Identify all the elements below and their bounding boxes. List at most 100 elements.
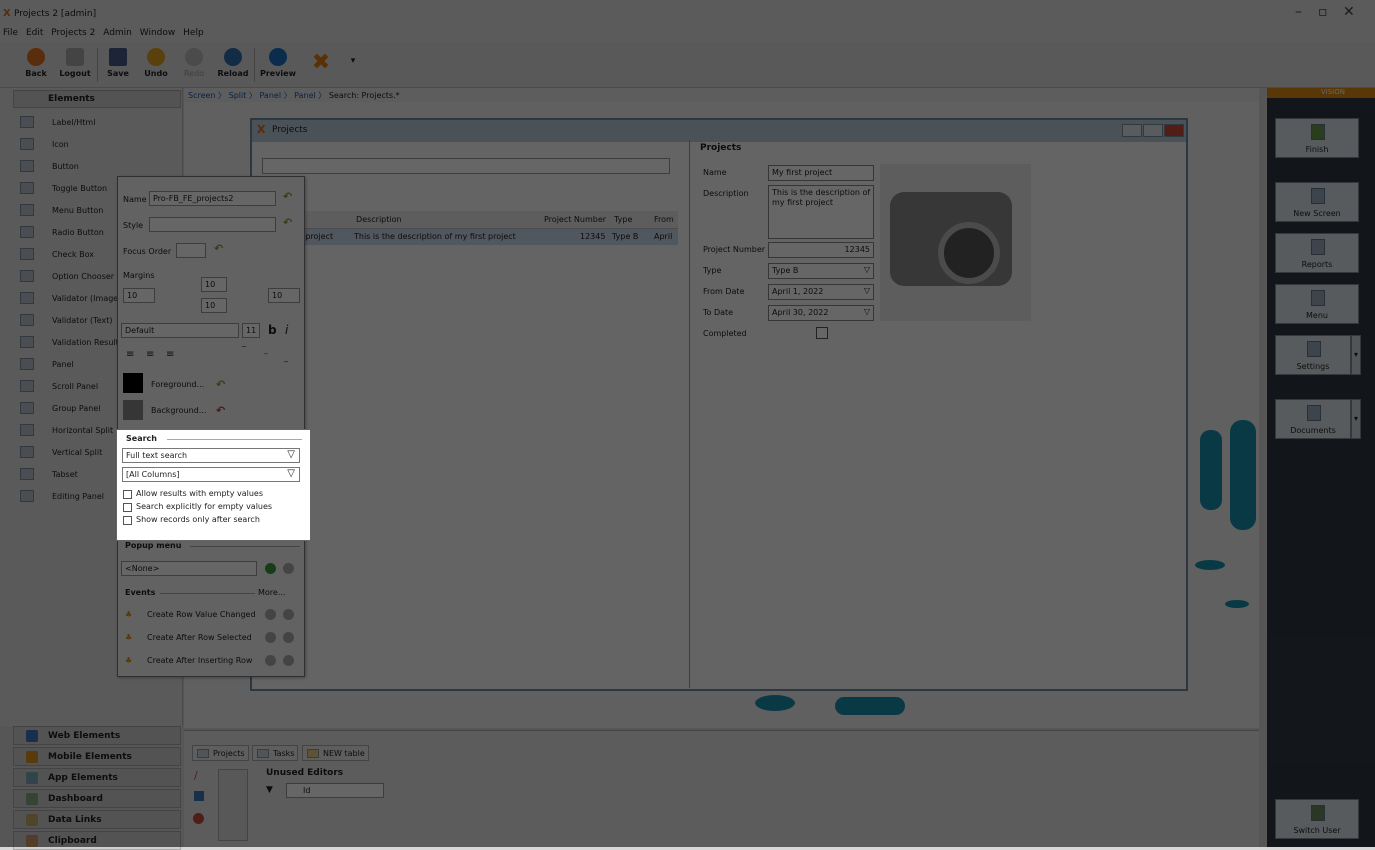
elements-header[interactable]: Elements bbox=[13, 90, 181, 108]
add-icon[interactable] bbox=[265, 563, 276, 574]
breadcrumb-panel-2[interactable]: Panel bbox=[294, 91, 316, 100]
records-after-search-checkbox[interactable] bbox=[123, 516, 132, 525]
event-after-row-selected[interactable]: Create After Row Selected bbox=[147, 633, 252, 642]
close-icon[interactable]: ✕ bbox=[1343, 4, 1355, 20]
settings-button[interactable]: Settings bbox=[1275, 335, 1351, 375]
column-header-project-number[interactable]: Project Number bbox=[544, 215, 606, 224]
filter-icon[interactable]: ▼ bbox=[266, 785, 273, 795]
group-mobile-elements[interactable]: Mobile Elements bbox=[13, 747, 181, 766]
margin-top-spinner[interactable]: 10 bbox=[201, 277, 227, 292]
align-right-icon[interactable]: ≡ bbox=[166, 349, 174, 360]
prop-style-input[interactable] bbox=[149, 217, 276, 232]
save-button[interactable]: Save bbox=[99, 48, 137, 78]
split-divider[interactable] bbox=[689, 140, 690, 688]
foreground-button[interactable]: Foreground... bbox=[151, 380, 204, 389]
table-search-input[interactable] bbox=[262, 158, 670, 174]
palette-item-option-chooser[interactable]: Option Chooser bbox=[20, 268, 114, 286]
edit-icon[interactable]: / bbox=[194, 769, 198, 782]
undo-button[interactable]: Undo bbox=[137, 48, 175, 78]
maximize-icon[interactable] bbox=[1143, 124, 1163, 137]
reports-button[interactable]: Reports bbox=[1275, 233, 1359, 273]
search-empty-checkbox[interactable] bbox=[123, 503, 132, 512]
menu-window[interactable]: Window bbox=[140, 28, 176, 38]
background-button[interactable]: Background... bbox=[151, 406, 206, 415]
background-swatch[interactable] bbox=[123, 400, 143, 420]
palette-item-menu-button[interactable]: Menu Button bbox=[20, 202, 103, 220]
redo-button[interactable]: Redo bbox=[175, 48, 213, 78]
palette-item-validation-result[interactable]: Validation Result bbox=[20, 334, 119, 352]
reset-icon[interactable]: ↶ bbox=[214, 242, 223, 255]
panel-icon[interactable] bbox=[194, 791, 204, 801]
breadcrumb-split[interactable]: Split bbox=[229, 91, 247, 100]
preview-button[interactable]: Preview bbox=[259, 48, 297, 78]
editor-preview[interactable] bbox=[218, 769, 248, 841]
menu-help[interactable]: Help bbox=[183, 28, 204, 38]
project-image[interactable] bbox=[880, 164, 1031, 321]
margin-left-spinner[interactable]: 10 bbox=[123, 288, 155, 303]
minimize-icon[interactable] bbox=[1122, 124, 1142, 137]
reload-button[interactable]: Reload bbox=[214, 48, 252, 78]
tab-projects[interactable]: Projects bbox=[192, 745, 249, 761]
palette-item-validator-image[interactable]: Validator (Image) bbox=[20, 290, 121, 308]
switch-user-button[interactable]: Switch User bbox=[1275, 799, 1359, 839]
palette-item-toggle-button[interactable]: Toggle Button bbox=[20, 180, 107, 198]
prop-focus-spinner[interactable] bbox=[176, 243, 206, 258]
palette-item-check-box[interactable]: Check Box bbox=[20, 246, 94, 264]
name-field[interactable]: My first project bbox=[768, 165, 874, 181]
event-toggle-icon[interactable] bbox=[283, 609, 294, 620]
group-dashboard[interactable]: Dashboard bbox=[13, 789, 181, 808]
event-toggle-icon[interactable] bbox=[265, 609, 276, 620]
prop-name-input[interactable]: Pro-FB_FE_projects2 bbox=[149, 191, 276, 206]
settings-dropdown[interactable]: ▾ bbox=[1351, 335, 1361, 375]
group-web-elements[interactable]: Web Elements bbox=[13, 726, 181, 745]
valign-bottom-icon[interactable]: _ bbox=[284, 353, 288, 362]
column-header-from[interactable]: From bbox=[654, 215, 674, 224]
event-toggle-icon[interactable] bbox=[283, 655, 294, 666]
maximize-icon[interactable]: ▫ bbox=[1318, 4, 1328, 20]
to-date-field[interactable]: April 30, 2022 ▽ bbox=[768, 305, 874, 321]
search-columns-select[interactable]: [All Columns] ▽ bbox=[122, 467, 300, 482]
documents-dropdown[interactable]: ▾ bbox=[1351, 399, 1361, 439]
table-row[interactable]: irst project This is the description of … bbox=[258, 229, 678, 245]
completed-checkbox[interactable] bbox=[816, 327, 828, 339]
close-icon[interactable] bbox=[1164, 124, 1184, 137]
valign-top-icon[interactable]: ‾ bbox=[242, 345, 246, 354]
project-number-field[interactable]: 12345 bbox=[768, 242, 874, 258]
allow-empty-checkbox[interactable] bbox=[123, 490, 132, 499]
description-field[interactable]: This is the description of my first proj… bbox=[768, 185, 874, 239]
events-more-link[interactable]: More... bbox=[258, 588, 285, 597]
event-toggle-icon[interactable] bbox=[265, 655, 276, 666]
new-screen-button[interactable]: New Screen bbox=[1275, 182, 1359, 222]
menu-admin[interactable]: Admin bbox=[103, 28, 132, 38]
palette-item-tabset[interactable]: Tabset bbox=[20, 466, 78, 484]
minimize-icon[interactable]: – bbox=[1295, 4, 1302, 20]
menu-edit[interactable]: Edit bbox=[26, 28, 43, 38]
margin-bottom-spinner[interactable]: 10 bbox=[201, 298, 227, 313]
delete-icon[interactable] bbox=[193, 813, 204, 824]
documents-button[interactable]: Documents bbox=[1275, 399, 1351, 439]
palette-item-validator-text[interactable]: Validator (Text) bbox=[20, 312, 112, 330]
reset-icon[interactable]: ↶ bbox=[283, 216, 292, 229]
column-header-type[interactable]: Type bbox=[614, 215, 632, 224]
palette-item-group-panel[interactable]: Group Panel bbox=[20, 400, 100, 418]
search-mode-select[interactable]: Full text search ▽ bbox=[122, 448, 300, 463]
group-data-links[interactable]: Data Links bbox=[13, 810, 181, 829]
tab-new-table[interactable]: NEW table bbox=[302, 745, 369, 761]
column-header-description[interactable]: Description bbox=[356, 215, 402, 224]
menu-file[interactable]: File bbox=[3, 28, 18, 38]
reset-icon[interactable]: ↶ bbox=[216, 378, 225, 391]
font-size-input[interactable]: 11 bbox=[242, 323, 260, 338]
event-toggle-icon[interactable] bbox=[283, 632, 294, 643]
palette-item-label[interactable]: Label/Html bbox=[20, 114, 95, 132]
back-button[interactable]: Back bbox=[17, 48, 55, 78]
group-app-elements[interactable]: App Elements bbox=[13, 768, 181, 787]
breadcrumb-panel[interactable]: Panel bbox=[259, 91, 281, 100]
from-date-field[interactable]: April 1, 2022 ▽ bbox=[768, 284, 874, 300]
align-center-icon[interactable]: ≡ bbox=[146, 349, 154, 360]
remove-icon[interactable] bbox=[283, 563, 294, 574]
palette-item-button[interactable]: Button bbox=[20, 158, 79, 176]
menu-button[interactable]: Menu bbox=[1275, 284, 1359, 324]
finish-button[interactable]: Finish bbox=[1275, 118, 1359, 158]
bold-button[interactable]: b bbox=[268, 323, 277, 337]
logout-button[interactable]: Logout bbox=[56, 48, 94, 78]
